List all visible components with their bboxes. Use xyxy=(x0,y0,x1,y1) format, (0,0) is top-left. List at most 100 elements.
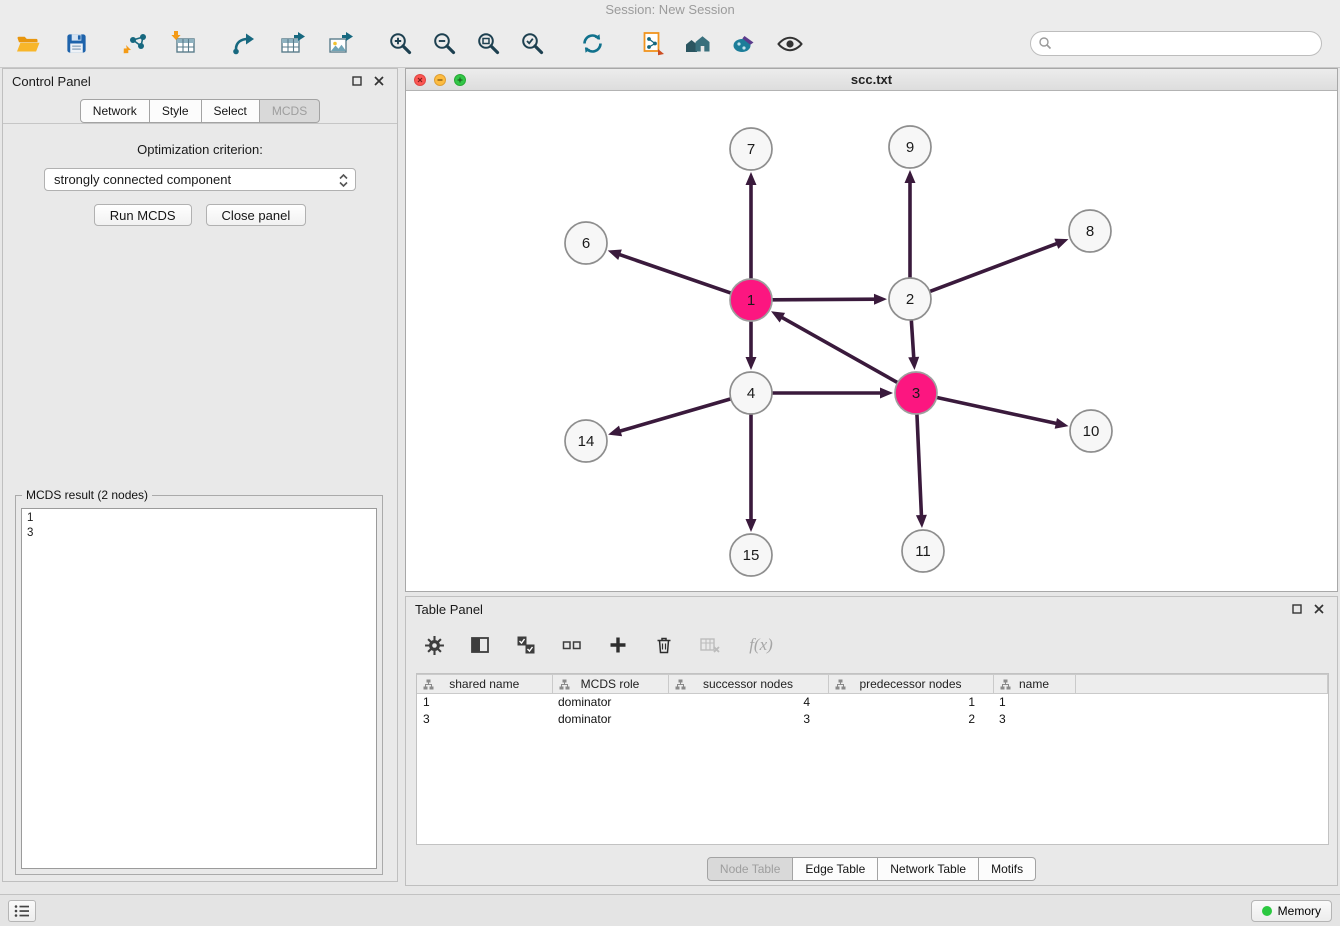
criterion-dropdown[interactable]: strongly connected component xyxy=(44,168,356,191)
network-window-titlebar: scc.txt xyxy=(406,69,1337,91)
column-header-predecessor-nodes[interactable]: predecessor nodes xyxy=(828,675,993,694)
graph-edge-arrow xyxy=(608,426,622,437)
network-graph-svg: 7968124314101511 xyxy=(406,91,1337,591)
home-neighborhood-button[interactable] xyxy=(682,28,714,60)
refresh-button[interactable] xyxy=(576,28,608,60)
control-panel-tabs-row: NetworkStyleSelectMCDS xyxy=(3,93,397,124)
memory-status-dot xyxy=(1262,906,1272,916)
export-image-button[interactable] xyxy=(324,28,356,60)
zoom-selected-button[interactable] xyxy=(516,28,548,60)
import-table-icon xyxy=(171,30,198,57)
column-header-name[interactable]: name xyxy=(993,675,1075,694)
save-session-button[interactable] xyxy=(60,28,92,60)
close-table-panel-button[interactable] xyxy=(1310,600,1328,618)
window-titlebar: Session: New Session xyxy=(0,0,1340,20)
table-panel-title: Table Panel xyxy=(415,602,483,617)
control-panel-header: Control Panel xyxy=(3,69,397,93)
open-session-button[interactable] xyxy=(12,28,44,60)
close-panel-action-button[interactable]: Close panel xyxy=(206,204,307,226)
tab-network-table[interactable]: Network Table xyxy=(878,857,979,881)
delete-column-button[interactable] xyxy=(652,633,676,657)
zoom-out-button[interactable] xyxy=(428,28,460,60)
graph-edge-1-2[interactable] xyxy=(773,299,876,300)
column-header-successor-nodes[interactable]: successor nodes xyxy=(668,675,828,694)
export-network-button[interactable] xyxy=(228,28,260,60)
style-paint-button[interactable] xyxy=(728,28,760,60)
show-columns-button[interactable] xyxy=(468,633,492,657)
run-mcds-button[interactable]: Run MCDS xyxy=(94,204,192,226)
window-minimize-button[interactable] xyxy=(434,74,446,86)
tab-mcds[interactable]: MCDS xyxy=(260,99,320,123)
search-input[interactable] xyxy=(1030,31,1322,56)
window-zoom-button[interactable] xyxy=(454,74,466,86)
create-column-button[interactable] xyxy=(606,633,630,657)
control-panel-tabs: NetworkStyleSelectMCDS xyxy=(3,99,397,123)
window-close-button[interactable] xyxy=(414,74,426,86)
column-attribute-icon xyxy=(423,679,434,690)
cell-mcds-role[interactable]: dominator xyxy=(552,694,668,712)
zoom-in-button[interactable] xyxy=(384,28,416,60)
graph-edge-4-14[interactable] xyxy=(619,399,730,431)
export-network-icon xyxy=(231,30,258,57)
tab-motifs[interactable]: Motifs xyxy=(979,857,1036,881)
cell-name[interactable]: 3 xyxy=(993,711,1075,728)
network-canvas[interactable]: 7968124314101511 xyxy=(406,91,1337,591)
delete-table-button[interactable] xyxy=(698,633,722,657)
gear-icon xyxy=(424,635,445,656)
cell-successor-nodes[interactable]: 4 xyxy=(668,694,828,712)
column-header-shared-name[interactable]: shared name xyxy=(417,675,552,694)
show-hide-button[interactable] xyxy=(774,28,806,60)
column-header-mcds-role[interactable]: MCDS role xyxy=(552,675,668,694)
column-header-filler xyxy=(1075,675,1328,694)
mcds-result-line: 3 xyxy=(27,526,371,541)
table-settings-button[interactable] xyxy=(422,633,446,657)
tab-style[interactable]: Style xyxy=(150,99,202,123)
graph-edge-3-1[interactable] xyxy=(781,317,897,383)
network-document-icon xyxy=(639,30,666,57)
maximize-table-panel-button[interactable] xyxy=(1288,600,1306,618)
node-table-container: shared name MCDS role successor nodes prede… xyxy=(416,673,1329,845)
column-attribute-icon xyxy=(675,679,686,690)
tab-select[interactable]: Select xyxy=(202,99,260,123)
column-header-label: predecessor nodes xyxy=(859,677,961,691)
eye-icon xyxy=(776,31,804,57)
tab-edge-table[interactable]: Edge Table xyxy=(793,857,878,881)
import-table-button[interactable] xyxy=(168,28,200,60)
zoom-fit-button[interactable] xyxy=(472,28,504,60)
graph-edge-2-3[interactable] xyxy=(911,321,913,359)
table-row[interactable]: 1dominator411 xyxy=(417,694,1328,712)
mcds-result-list[interactable]: 13 xyxy=(21,508,377,869)
cell-successor-nodes[interactable]: 3 xyxy=(668,711,828,728)
cell-mcds-role[interactable]: dominator xyxy=(552,711,668,728)
close-panel-button[interactable] xyxy=(370,72,388,90)
cell-predecessor-nodes[interactable]: 2 xyxy=(828,711,993,728)
save-floppy-icon xyxy=(64,31,89,56)
column-header-label: MCDS role xyxy=(581,677,640,691)
tab-network[interactable]: Network xyxy=(80,99,150,123)
network-document-button[interactable] xyxy=(636,28,668,60)
open-folder-icon xyxy=(15,31,42,57)
import-network-button[interactable] xyxy=(120,28,152,60)
select-all-columns-button[interactable] xyxy=(514,633,538,657)
task-history-button[interactable] xyxy=(8,900,36,922)
graph-edge-3-11[interactable] xyxy=(917,415,922,517)
cell-shared-name[interactable]: 3 xyxy=(417,711,552,728)
graph-edge-2-8[interactable] xyxy=(931,243,1059,291)
table-row[interactable]: 3dominator323 xyxy=(417,711,1328,728)
main-toolbar xyxy=(0,20,1340,68)
close-icon xyxy=(1314,604,1324,614)
function-builder-button[interactable]: f(x) xyxy=(744,633,778,657)
tab-node-table[interactable]: Node Table xyxy=(707,857,794,881)
graph-edge-arrow xyxy=(746,519,757,532)
memory-button[interactable]: Memory xyxy=(1251,900,1332,922)
unselect-all-columns-button[interactable] xyxy=(560,633,584,657)
cell-name[interactable]: 1 xyxy=(993,694,1075,712)
cell-predecessor-nodes[interactable]: 1 xyxy=(828,694,993,712)
graph-edge-3-10[interactable] xyxy=(937,398,1057,424)
graph-edge-1-6[interactable] xyxy=(618,254,730,293)
fx-icon: f(x) xyxy=(749,635,773,655)
cell-shared-name[interactable]: 1 xyxy=(417,694,552,712)
float-panel-button[interactable] xyxy=(348,72,366,90)
mcds-result-groupbox: MCDS result (2 nodes) 13 xyxy=(15,495,383,875)
export-table-button[interactable] xyxy=(276,28,308,60)
